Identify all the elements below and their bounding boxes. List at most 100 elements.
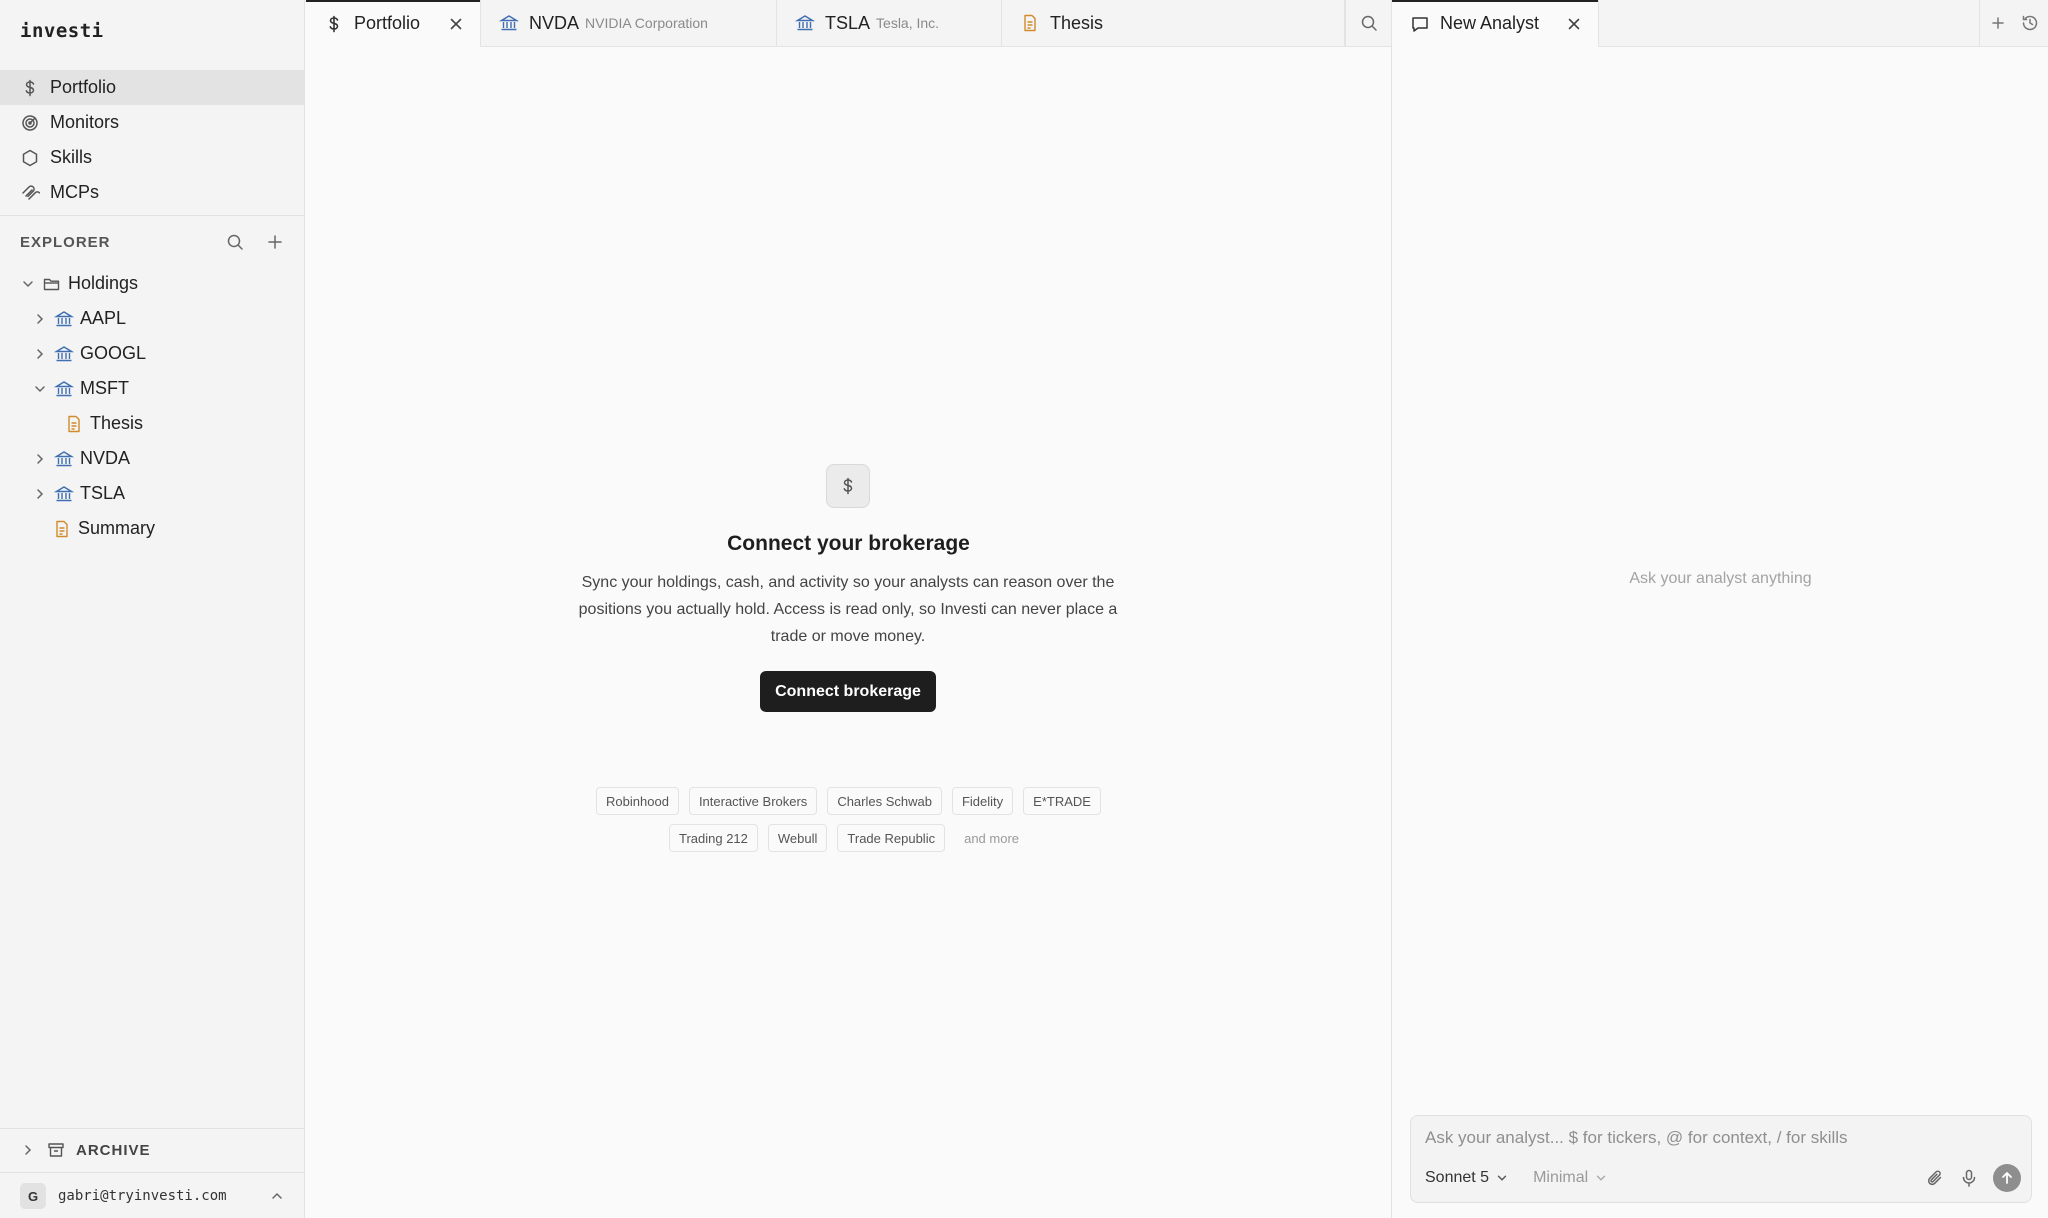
sidebar: investi Portfolio Monitors Skills MCPs E… xyxy=(0,0,305,1218)
tree-item-label: MSFT xyxy=(80,378,129,398)
tree-item-label: GOOGL xyxy=(80,343,147,363)
nav-item-skills[interactable]: Skills xyxy=(0,140,305,175)
empty-state-title: Connect your brokerage xyxy=(727,532,970,555)
chevron-right-icon[interactable] xyxy=(32,486,48,502)
archive-label: ARCHIVE xyxy=(76,1141,151,1159)
close-icon[interactable] xyxy=(446,14,466,34)
chevron-down-icon[interactable] xyxy=(32,381,48,397)
tab-portfolio[interactable]: Portfolio xyxy=(306,0,481,47)
history-icon[interactable] xyxy=(2020,13,2040,33)
tab-tsla[interactable]: TSLA Tesla, Inc. xyxy=(777,0,1002,46)
chevron-up-icon[interactable] xyxy=(269,1188,285,1204)
nav-item-label: Monitors xyxy=(50,112,120,132)
nav-item-portfolio[interactable]: Portfolio xyxy=(0,70,305,105)
tab-nvda[interactable]: NVDA NVIDIA Corporation xyxy=(481,0,777,46)
tab-label: Thesis xyxy=(1050,12,1104,33)
nav-item-mcps[interactable]: MCPs xyxy=(0,175,305,210)
chevron-right-icon[interactable] xyxy=(32,346,48,362)
bank-icon xyxy=(795,13,815,33)
broker-chip: Trade Republic xyxy=(837,824,946,852)
analyst-panel: Ask your analyst anything Sonnet 5 Minim… xyxy=(1391,47,2048,1218)
tree-item-label: Summary xyxy=(78,518,156,538)
user-email: gabri@tryinvesti.com xyxy=(58,1188,227,1204)
tab-thesis[interactable]: Thesis xyxy=(1002,0,1345,46)
nav-item-monitors[interactable]: Monitors xyxy=(0,105,305,140)
broker-chip: Trading 212 xyxy=(668,824,758,852)
paperclip-icon[interactable] xyxy=(1925,1168,1945,1188)
broker-chip: Interactive Brokers xyxy=(688,787,818,815)
tree-item-googl[interactable]: GOOGL xyxy=(0,336,305,371)
tree-item-tsla[interactable]: TSLA xyxy=(0,476,305,511)
broker-chip: Charles Schwab xyxy=(827,787,942,815)
tree-item-thesis[interactable]: Thesis xyxy=(0,406,305,441)
tab-new-analyst[interactable]: New Analyst xyxy=(1392,0,1599,47)
model-selector[interactable]: Sonnet 5 xyxy=(1425,1169,1509,1187)
tree-item-msft[interactable]: MSFT xyxy=(0,371,305,406)
chevron-right-icon[interactable] xyxy=(32,451,48,467)
tree-item-summary[interactable]: Summary xyxy=(0,511,305,546)
archive-section[interactable]: ARCHIVE xyxy=(20,1138,151,1162)
broker-chip: Webull xyxy=(767,824,828,852)
composer-toolbar: Sonnet 5 Minimal xyxy=(1425,1164,2021,1192)
chevron-right-icon[interactable] xyxy=(32,311,48,327)
send-button[interactable] xyxy=(1993,1164,2021,1192)
nav-item-label: Skills xyxy=(50,147,93,167)
chevron-down-icon[interactable] xyxy=(20,276,36,292)
arrow-up-icon xyxy=(2002,1172,2012,1184)
tab-sublabel: NVIDIA Corporation xyxy=(585,15,708,31)
user-menu[interactable]: G gabri@tryinvesti.com xyxy=(20,1182,285,1210)
broker-list: Robinhood Interactive Brokers Charles Sc… xyxy=(306,787,1391,815)
tree-item-nvda[interactable]: NVDA xyxy=(0,441,305,476)
add-icon[interactable] xyxy=(1988,13,2008,33)
tab-search-button[interactable] xyxy=(1345,0,1391,46)
tree-item-label: Thesis xyxy=(90,413,144,433)
add-icon[interactable] xyxy=(265,232,285,252)
dollar-icon xyxy=(838,476,858,496)
bank-icon xyxy=(54,309,74,329)
mode-selector[interactable]: Minimal xyxy=(1533,1169,1608,1187)
folder-open-icon xyxy=(42,274,62,294)
archive-icon xyxy=(46,1140,66,1160)
search-icon xyxy=(1359,13,1379,33)
chevron-down-icon xyxy=(1495,1171,1509,1185)
file-tree: Holdings AAPL GOOGL MSFT Thesis NVDA TSL… xyxy=(0,266,305,546)
chat-icon xyxy=(1410,14,1430,34)
broker-chip: Fidelity xyxy=(951,787,1014,815)
model-selector-value: Sonnet 5 xyxy=(1425,1169,1490,1186)
tree-item-label: TSLA xyxy=(80,483,126,503)
avatar: G xyxy=(20,1183,46,1209)
nav-item-label: Portfolio xyxy=(50,77,117,97)
tree-item-holdings[interactable]: Holdings xyxy=(0,266,305,301)
tab-label: NVDA xyxy=(529,12,580,33)
explorer-title: EXPLORER xyxy=(20,233,111,251)
broker-chip: E*TRADE xyxy=(1023,787,1101,815)
dollar-icon xyxy=(324,14,344,34)
tree-item-aapl[interactable]: AAPL xyxy=(0,301,305,336)
broker-chip: Robinhood xyxy=(596,787,679,815)
broker-more-label: and more xyxy=(955,824,1029,852)
document-icon xyxy=(1020,13,1040,33)
mode-selector-value: Minimal xyxy=(1533,1169,1589,1186)
empty-state-description: Sync your holdings, cash, and activity s… xyxy=(578,574,1118,645)
microphone-icon[interactable] xyxy=(1959,1168,1979,1188)
bank-icon xyxy=(54,379,74,399)
mcp-icon xyxy=(20,183,40,203)
explorer-header: EXPLORER xyxy=(20,228,285,256)
analyst-tab-bar: New Analyst xyxy=(1391,0,2048,47)
chevron-down-icon xyxy=(1594,1171,1608,1185)
search-icon[interactable] xyxy=(225,232,245,252)
empty-state-icon xyxy=(826,464,870,508)
monitor-gauge-icon xyxy=(20,113,40,133)
divider xyxy=(0,1128,305,1129)
chat-input[interactable] xyxy=(1425,1128,2015,1152)
connect-brokerage-button[interactable]: Connect brokerage xyxy=(760,671,936,712)
close-icon[interactable] xyxy=(1564,14,1584,34)
main-nav: Portfolio Monitors Skills MCPs xyxy=(0,70,305,210)
bank-icon xyxy=(54,484,74,504)
document-icon xyxy=(64,414,84,434)
hexagon-icon xyxy=(20,148,40,168)
bank-icon xyxy=(54,449,74,469)
tree-item-label: Holdings xyxy=(68,273,139,293)
bank-icon xyxy=(54,344,74,364)
tab-label: Portfolio xyxy=(354,13,421,33)
